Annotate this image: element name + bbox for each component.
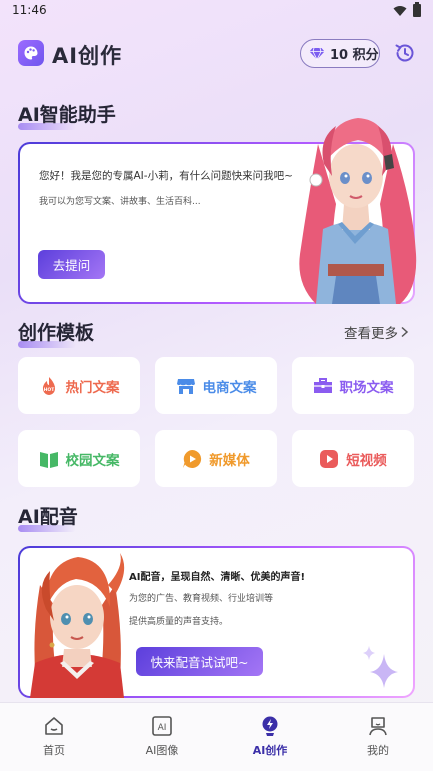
assistant-section-label: AI智能助手 xyxy=(18,104,116,126)
bottom-tab-bar: 首页 AI AI图像 AI创作 我的 xyxy=(0,702,433,771)
status-time: 11:46 xyxy=(12,3,47,17)
view-more-link[interactable]: 查看更多 xyxy=(344,322,409,342)
template-label: 职场文案 xyxy=(339,379,394,396)
try-voice-button[interactable]: 快来配音试试吧~ xyxy=(136,647,263,676)
voice-description-line1: 为您的广告、教育视频、行业培训等 xyxy=(129,594,274,604)
chevron-right-icon xyxy=(401,326,409,338)
template-label: 热门文案 xyxy=(65,379,120,396)
status-bar: 11:46 xyxy=(0,0,433,22)
sparkle-icon xyxy=(363,646,398,688)
video-icon xyxy=(319,449,339,469)
app-bar: AI创作 10 积分 xyxy=(0,34,433,74)
tab-label: 我的 xyxy=(367,744,389,757)
tab-profile[interactable]: 我的 xyxy=(343,715,413,758)
template-hot-copy[interactable]: HOT 热门文案 xyxy=(18,357,140,414)
tab-label: AI创作 xyxy=(252,744,288,757)
voice-description-line2: 提供高质量的声音支持。 xyxy=(129,617,229,627)
app-title: AI创作 xyxy=(52,44,123,68)
briefcase-icon xyxy=(313,376,333,396)
templates-section-title: 创作模板 xyxy=(18,318,95,348)
battery-icon xyxy=(413,2,421,17)
svg-text:AI: AI xyxy=(158,723,167,733)
tab-home[interactable]: 首页 xyxy=(19,715,89,758)
template-label: 电商文案 xyxy=(202,379,257,396)
template-label: 短视频 xyxy=(346,452,387,469)
tab-label: 首页 xyxy=(43,744,65,757)
voice-character-illustration xyxy=(30,553,125,698)
play-bubble-icon xyxy=(182,449,202,469)
template-short-video[interactable]: 短视频 xyxy=(292,430,414,487)
profile-icon xyxy=(369,717,387,736)
points-chip[interactable]: 10 积分 xyxy=(300,39,380,68)
book-icon xyxy=(39,449,59,469)
shop-icon xyxy=(176,376,196,396)
template-new-media[interactable]: 新媒体 xyxy=(155,430,277,487)
template-workplace-copy[interactable]: 职场文案 xyxy=(292,357,414,414)
diamond-icon xyxy=(309,47,325,60)
template-ecommerce-copy[interactable]: 电商文案 xyxy=(155,357,277,414)
assistant-character-illustration xyxy=(299,118,417,304)
wifi-icon xyxy=(393,5,407,16)
tab-label: AI图像 xyxy=(145,744,179,757)
template-campus-copy[interactable]: 校园文案 xyxy=(18,430,140,487)
palette-icon xyxy=(18,40,44,66)
home-icon xyxy=(45,717,63,735)
template-label: 新媒体 xyxy=(209,452,250,469)
points-value: 10 积分 xyxy=(330,48,379,63)
view-more-label: 查看更多 xyxy=(344,326,398,342)
status-icons xyxy=(393,2,421,17)
ai-image-icon: AI xyxy=(152,716,172,736)
hot-icon: HOT xyxy=(39,376,59,396)
ai-create-icon xyxy=(262,716,278,736)
voice-section-label: AI配音 xyxy=(18,506,78,528)
tab-ai-image[interactable]: AI AI图像 xyxy=(127,715,197,758)
assistant-section-title: AI智能助手 xyxy=(18,100,116,130)
assistant-subtitle: 我可以为您写文案、讲故事、生活百科... xyxy=(39,197,201,207)
templates-section-label: 创作模板 xyxy=(18,322,95,344)
tab-ai-create[interactable]: AI创作 xyxy=(235,715,305,758)
assistant-greeting: 您好！我是您的专属AI-小莉，有什么问题快来问我吧~ xyxy=(39,170,293,182)
ask-button[interactable]: 去提问 xyxy=(38,250,105,279)
svg-text:HOT: HOT xyxy=(43,387,55,393)
voice-headline: AI配音，呈现自然、清晰、优美的声音! xyxy=(129,572,306,583)
voice-section-title: AI配音 xyxy=(18,502,78,532)
history-icon[interactable] xyxy=(393,41,417,65)
template-label: 校园文案 xyxy=(65,452,120,469)
